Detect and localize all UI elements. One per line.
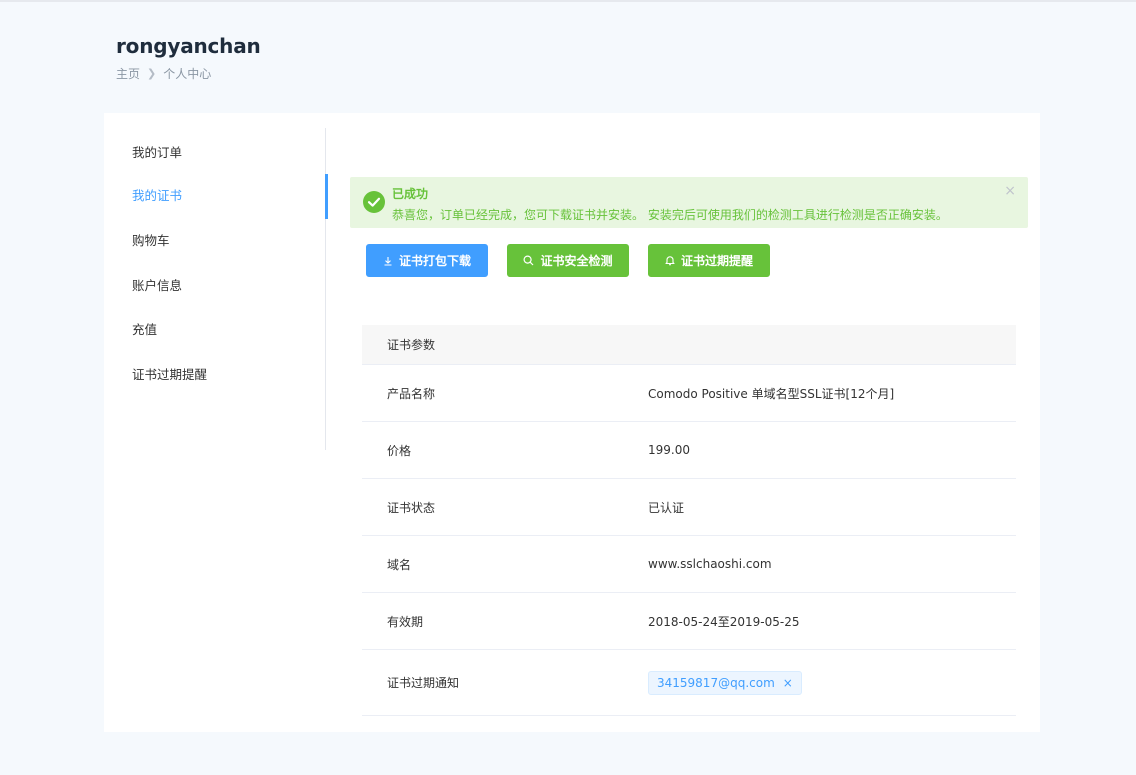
security-check-label: 证书安全检测	[540, 254, 613, 268]
sidebar-item-cart[interactable]: 购物车	[104, 219, 326, 259]
table-header: 证书参数	[362, 325, 1016, 365]
row-key: 域名	[387, 557, 412, 572]
page-title: rongyanchan	[116, 34, 261, 58]
top-border	[0, 0, 1136, 2]
chevron-right-icon: ❯	[147, 67, 157, 80]
sidebar: 我的订单 我的证书 购物车 账户信息 充值 证书过期提醒	[104, 128, 328, 450]
row-key: 证书过期通知	[387, 676, 460, 690]
table-row: 有效期 2018-05-24至2019-05-25	[362, 593, 1016, 650]
breadcrumb-current: 个人中心	[163, 67, 212, 81]
expiry-reminder-button[interactable]: 证书过期提醒	[648, 244, 770, 277]
download-certificate-button[interactable]: 证书打包下载	[366, 244, 488, 277]
alert-title: 已成功	[392, 187, 429, 201]
sidebar-item-expiry-reminder[interactable]: 证书过期提醒	[104, 353, 326, 393]
row-value: www.sslchaoshi.com	[648, 557, 772, 571]
bell-icon	[665, 256, 675, 266]
security-check-button[interactable]: 证书安全检测	[507, 244, 629, 277]
close-icon[interactable]: ×	[1004, 183, 1016, 199]
row-value: 已认证	[648, 500, 685, 515]
row-value: 34159817@qq.com ×	[648, 670, 1016, 695]
email-tag: 34159817@qq.com ×	[648, 670, 802, 695]
expiry-reminder-label: 证书过期提醒	[680, 254, 753, 268]
certificate-params-table: 证书参数 产品名称 Comodo Positive 单域名型SSL证书[12个月…	[362, 325, 1016, 716]
row-key: 有效期	[387, 614, 424, 629]
breadcrumb-home[interactable]: 主页	[116, 65, 140, 82]
table-row: 域名 www.sslchaoshi.com	[362, 536, 1016, 593]
download-icon	[384, 256, 392, 266]
table-row: 证书状态 已认证	[362, 479, 1016, 536]
breadcrumb: 主页 ❯ 个人中心	[116, 65, 211, 82]
search-icon	[523, 255, 534, 266]
row-key: 价格	[387, 443, 412, 458]
table-row: 产品名称 Comodo Positive 单域名型SSL证书[12个月]	[362, 365, 1016, 422]
sidebar-item-recharge[interactable]: 充值	[104, 308, 326, 348]
row-value: Comodo Positive 单域名型SSL证书[12个月]	[648, 386, 895, 401]
main-card: 我的订单 我的证书 购物车 账户信息 充值 证书过期提醒 × 已成功 恭喜您，订…	[104, 113, 1040, 732]
row-key: 证书状态	[387, 500, 436, 515]
sidebar-item-orders[interactable]: 我的订单	[104, 131, 326, 171]
sidebar-item-account[interactable]: 账户信息	[104, 264, 326, 304]
download-button-label: 证书打包下载	[398, 254, 471, 268]
table-row: 证书过期通知 34159817@qq.com ×	[362, 650, 1016, 716]
close-icon[interactable]: ×	[783, 676, 793, 690]
check-circle-icon	[363, 191, 385, 213]
email-tag-label: 34159817@qq.com	[657, 675, 775, 690]
row-value: 2018-05-24至2019-05-25	[648, 614, 800, 629]
alert-description: 恭喜您，订单已经完成，您可下载证书并安装。 安装完后可使用我们的检测工具进行检测…	[392, 208, 948, 222]
row-key: 产品名称	[387, 386, 436, 401]
row-value: 199.00	[648, 443, 690, 457]
table-row: 价格 199.00	[362, 422, 1016, 479]
sidebar-item-certificates[interactable]: 我的证书	[104, 174, 328, 219]
